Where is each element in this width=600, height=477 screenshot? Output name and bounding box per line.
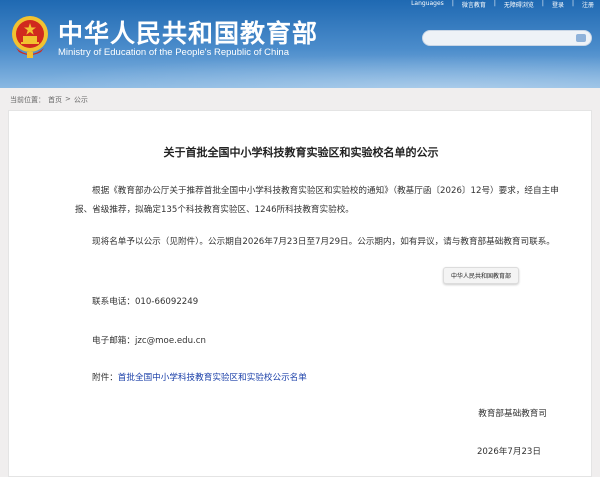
languages-link[interactable]: Languages [411, 0, 444, 9]
attachment-prefix: 附件： [92, 373, 118, 383]
login-link[interactable]: 登录 [552, 0, 564, 9]
attachment-line: 附件：首批全国中小学科技教育实验区和实验校公示名单 [92, 371, 307, 383]
article-panel: 关于首批全国中小学科技教育实验区和实验校名单的公示 根据《教育部办公厅关于推荐首… [8, 110, 592, 477]
site-header: 中华人民共和国教育部 Ministry of Education of the … [0, 0, 600, 88]
article-title: 关于首批全国中小学科技教育实验区和实验校名单的公示 [163, 146, 439, 159]
search-box [422, 30, 592, 51]
breadcrumb-prefix: 当前位置： [10, 96, 45, 104]
search-input[interactable] [423, 36, 571, 51]
search-icon[interactable] [575, 33, 587, 43]
weiyan-link[interactable]: 微言教育 [462, 0, 486, 9]
signature: 教育部基础教育司 [478, 409, 547, 419]
attachment-link[interactable]: 首批全国中小学科技教育实验区和实验校公示名单 [118, 373, 307, 383]
contact-email: 电子邮箱：jzc@moe.edu.cn [92, 336, 206, 346]
breadcrumb-home-link[interactable]: 首页 [48, 95, 62, 105]
breadcrumb-current-link[interactable]: 公示 [74, 95, 88, 105]
top-links: Languages | 微言教育 | 无障碍浏览 | 登录 | 注册 [411, 0, 594, 9]
register-link[interactable]: 注册 [582, 0, 594, 9]
article-paragraph-2: 现将名单予以公示（见附件）。公示期自2026年7月23日至7月29日。公示期内，… [92, 237, 555, 247]
link-separator: | [493, 0, 496, 7]
article-paragraph-1: 根据《教育部办公厅关于推荐首批全国中小学科技教育实验区和实验校的通知》（教基厅函… [75, 186, 559, 215]
breadcrumb: 当前位置： 首页 > 公示 [10, 95, 88, 105]
accessibility-link[interactable]: 无障碍浏览 [504, 0, 534, 9]
contact-phone: 联系电话：010-66092249 [92, 297, 199, 307]
breadcrumb-separator: > [65, 95, 71, 103]
national-emblem-icon[interactable] [10, 14, 50, 60]
site-title[interactable]: 中华人民共和国教育部 [58, 14, 318, 50]
tooltip: 中华人民共和国教育部 [443, 267, 520, 284]
link-separator: | [541, 0, 544, 7]
link-separator: | [451, 0, 454, 7]
publish-date: 2026年7月23日 [476, 447, 541, 457]
link-separator: | [571, 0, 574, 7]
site-subtitle: Ministry of Education of the People's Re… [58, 47, 289, 58]
